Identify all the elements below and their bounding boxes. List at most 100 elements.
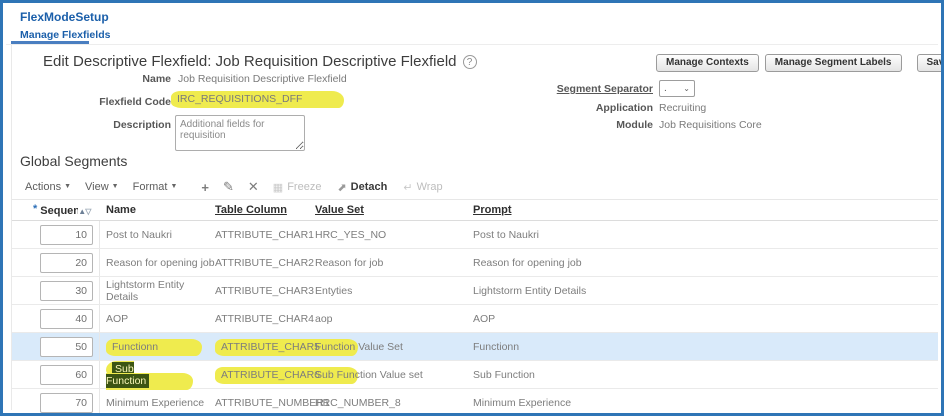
sequence-cell (12, 389, 100, 413)
screenshot-frame: FlexModeSetup Manage Flexfields Edit Des… (0, 0, 944, 416)
column-header-sequence[interactable]: *Sequence▲▽ (12, 203, 100, 217)
prompt-cell: Functionn (473, 341, 938, 353)
wrap-toggle: ↵ Wrap (403, 181, 443, 194)
global-segments-table: *Sequence▲▽ Name Table Column Value Set … (12, 199, 938, 413)
description-textarea[interactable] (175, 115, 305, 151)
prompt-cell: Post to Naukri (473, 229, 938, 241)
sort-icons[interactable]: ▲▽ (78, 207, 91, 216)
table-column-cell: ATTRIBUTE_CHAR2 (215, 257, 315, 269)
tab-manage-flexfields[interactable]: Manage Flexfields (20, 29, 110, 41)
table-row[interactable]: Minimum Experience ATTRIBUTE_NUMBER1 HRC… (12, 389, 938, 413)
table-row[interactable]: Reason for opening job ATTRIBUTE_CHAR2 R… (12, 249, 938, 277)
segment-separator-label: Segment Separator (556, 83, 653, 95)
flexfield-code-value: IRC_REQUISITIONS_DFF (171, 91, 345, 108)
name-cell: Reason for opening job (100, 257, 215, 269)
column-header-name[interactable]: Name (100, 204, 215, 216)
segment-name: Post to Naukri (106, 228, 172, 241)
page-title: Edit Descriptive Flexfield: Job Requisit… (43, 53, 477, 70)
detach-toggle[interactable]: ⬈ Detach (337, 181, 387, 194)
name-cell: Post to Naukri (100, 229, 215, 241)
sequence-cell (12, 305, 100, 332)
sequence-input[interactable] (40, 280, 93, 301)
sequence-cell (12, 249, 100, 276)
table-column-cell: ATTRIBUTE_CHAR6 (215, 366, 358, 384)
value-set-value: HRC_YES_NO (315, 228, 387, 241)
column-header-table-column[interactable]: Table Column (215, 204, 315, 216)
format-menu[interactable]: Format ▼ (133, 181, 178, 193)
sequence-input[interactable] (40, 336, 93, 357)
manage-segment-labels-button[interactable]: Manage Segment Labels (764, 54, 902, 72)
wrap-icon: ↵ (403, 181, 413, 194)
value-set-value: HRC_NUMBER_8 (315, 396, 401, 409)
name-value: Job Requisition Descriptive Flexfield (178, 73, 347, 85)
value-set-value: Entyties (315, 284, 353, 297)
table-row[interactable]: Sub Function ATTRIBUTE_CHAR6 Sub Functio… (12, 360, 938, 390)
name-cell: Sub Function (100, 360, 215, 390)
value-set-cell: HRC_NUMBER_8 (315, 397, 473, 409)
app-title: FlexModeSetup (20, 10, 109, 24)
prompt-value: AOP (473, 312, 496, 325)
application-value: Recruiting (659, 102, 707, 114)
table-column-cell: ATTRIBUTE_CHAR1 (215, 229, 315, 241)
sequence-input[interactable] (40, 224, 93, 245)
table-column-value: ATTRIBUTE_CHAR4 (215, 312, 314, 325)
value-set-cell: Entyties (315, 285, 473, 297)
sort-descending-icon: ▽ (85, 207, 91, 216)
segment-name: Lightstorm Entity Details (106, 278, 185, 303)
sequence-input[interactable] (40, 252, 93, 273)
chevron-down-icon: ⌄ (683, 84, 690, 93)
freeze-toggle: ▦ Freeze (272, 181, 322, 194)
manage-contexts-button[interactable]: Manage Contexts (656, 54, 759, 72)
value-set-cell: aop (315, 313, 473, 325)
table-row[interactable]: Post to Naukri ATTRIBUTE_CHAR1 HRC_YES_N… (12, 221, 938, 249)
sequence-input[interactable] (40, 392, 93, 413)
module-value: Job Requisitions Core (659, 119, 762, 131)
table-row[interactable]: Lightstorm Entity Details ATTRIBUTE_CHAR… (12, 277, 938, 305)
name-cell: AOP (100, 313, 215, 325)
add-icon[interactable]: + (201, 180, 209, 195)
delete-icon[interactable]: ✕ (248, 179, 259, 195)
prompt-cell: Minimum Experience (473, 397, 938, 409)
sequence-cell (12, 361, 100, 388)
actions-menu[interactable]: Actions ▼ (25, 181, 71, 193)
prompt-value: Sub Function (473, 368, 535, 381)
table-column-cell: ATTRIBUTE_CHAR3 (215, 285, 315, 297)
help-icon[interactable]: ? (462, 55, 477, 69)
segment-separator-select[interactable]: . ⌄ (659, 80, 695, 97)
name-cell: Lightstorm Entity Details (100, 279, 215, 303)
table-column-value: ATTRIBUTE_CHAR2 (215, 256, 314, 269)
view-menu[interactable]: View ▼ (85, 181, 119, 193)
segment-name: Reason for opening job (106, 256, 215, 269)
table-row[interactable]: Functionn ATTRIBUTE_CHAR5 Function Value… (12, 333, 938, 361)
value-set-value: Reason for job (315, 256, 384, 269)
edit-icon[interactable]: ✎ (223, 179, 234, 195)
prompt-value: Lightstorm Entity Details (473, 284, 587, 297)
sequence-cell (12, 221, 100, 248)
column-header-prompt[interactable]: Prompt (473, 204, 938, 216)
segment-separator-value: . (664, 83, 667, 94)
segment-name: Minimum Experience (106, 396, 205, 409)
name-cell: Minimum Experience (100, 397, 215, 409)
column-header-value-set[interactable]: Value Set (315, 204, 473, 216)
save-button[interactable]: Save (916, 54, 941, 72)
module-label: Module (616, 119, 653, 131)
table-column-cell: ATTRIBUTE_CHAR5 (215, 338, 358, 356)
prompt-cell: Sub Function (473, 369, 938, 381)
value-set-value: Sub Function Value set (315, 368, 423, 381)
global-segments-title: Global Segments (20, 153, 128, 169)
tabbar-divider (6, 44, 938, 45)
required-icon: * (33, 203, 38, 215)
table-row[interactable]: AOP ATTRIBUTE_CHAR4 aop AOP (12, 305, 938, 333)
sequence-input[interactable] (40, 364, 93, 385)
sequence-input[interactable] (40, 308, 93, 329)
name-cell: Functionn (100, 338, 215, 356)
value-set-cell: Function Value Set (315, 341, 473, 353)
flexfield-code-label: Flexfield Code (99, 96, 171, 108)
detach-icon: ⬈ (337, 181, 347, 194)
table-body: Post to Naukri ATTRIBUTE_CHAR1 HRC_YES_N… (12, 221, 938, 413)
table-toolbar: Actions ▼ View ▼ Format ▼ + ✎ ✕ ▦ Freeze ⬈ … (25, 179, 459, 195)
chevron-down-icon: ▼ (64, 183, 72, 190)
table-column-value: ATTRIBUTE_CHAR1 (215, 228, 314, 241)
prompt-cell: Reason for opening job (473, 257, 938, 269)
prompt-cell: AOP (473, 313, 938, 325)
